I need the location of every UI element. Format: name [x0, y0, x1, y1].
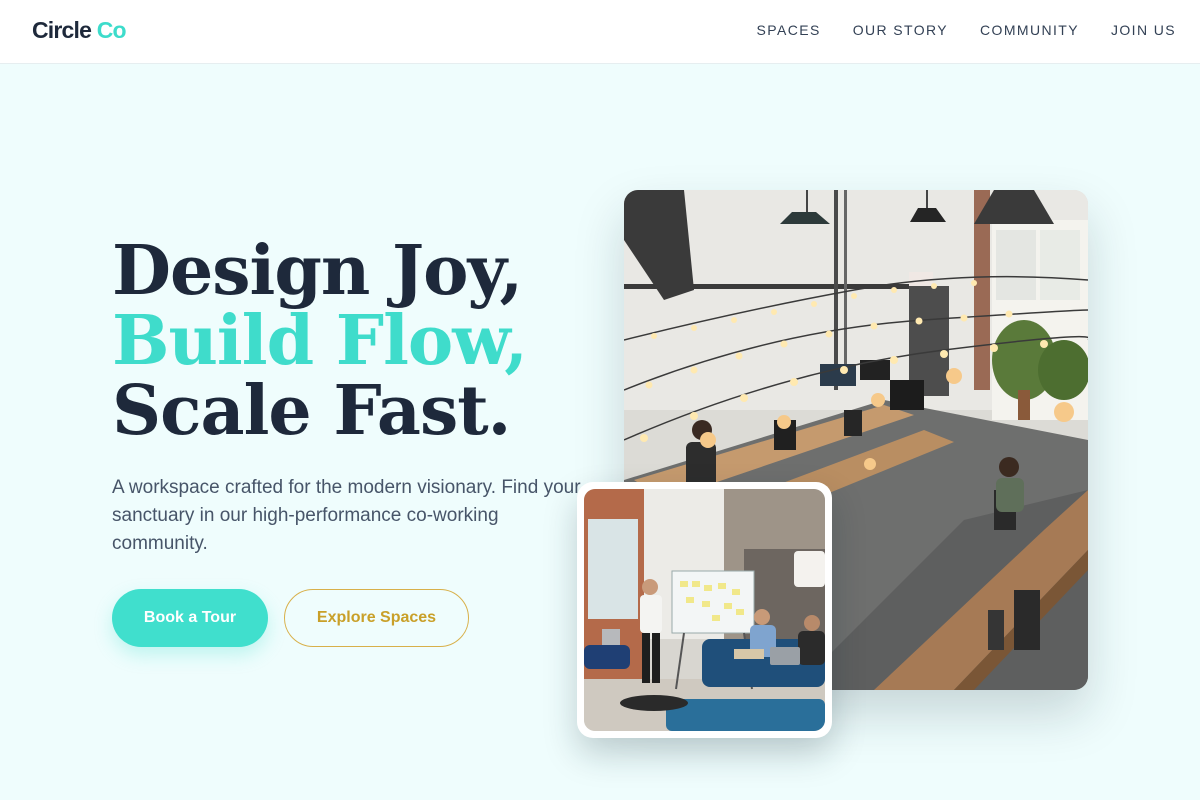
brand-name-accent: Co [96, 17, 127, 43]
site-header: Circle Co SPACES OUR STORY COMMUNITY JOI… [0, 0, 1200, 64]
brand-logo[interactable]: Circle Co [32, 17, 127, 44]
nav-item-community[interactable]: COMMUNITY [980, 22, 1079, 38]
headline-line-3: Scale Fast. [112, 371, 511, 451]
main-nav: SPACES OUR STORY COMMUNITY JOIN US [757, 22, 1176, 38]
team-meeting-photo [584, 489, 825, 731]
hero-description: A workspace crafted for the modern visio… [112, 477, 581, 554]
nav-item-join-us[interactable]: JOIN US [1111, 22, 1176, 38]
hero-headline: Design Joy, Build Flow, Scale Fast. [112, 231, 528, 451]
nav-item-spaces[interactable]: SPACES [757, 22, 821, 38]
headline-line-1: Design Joy, [112, 231, 523, 311]
explore-spaces-button[interactable]: Explore Spaces [284, 589, 469, 647]
book-tour-button[interactable]: Book a Tour [112, 589, 268, 647]
team-meeting-photo-frame [577, 482, 832, 738]
nav-item-our-story[interactable]: OUR STORY [853, 22, 948, 38]
headline-line-2: Build Flow, [112, 301, 528, 381]
brand-name-dark: Circle [32, 17, 92, 43]
